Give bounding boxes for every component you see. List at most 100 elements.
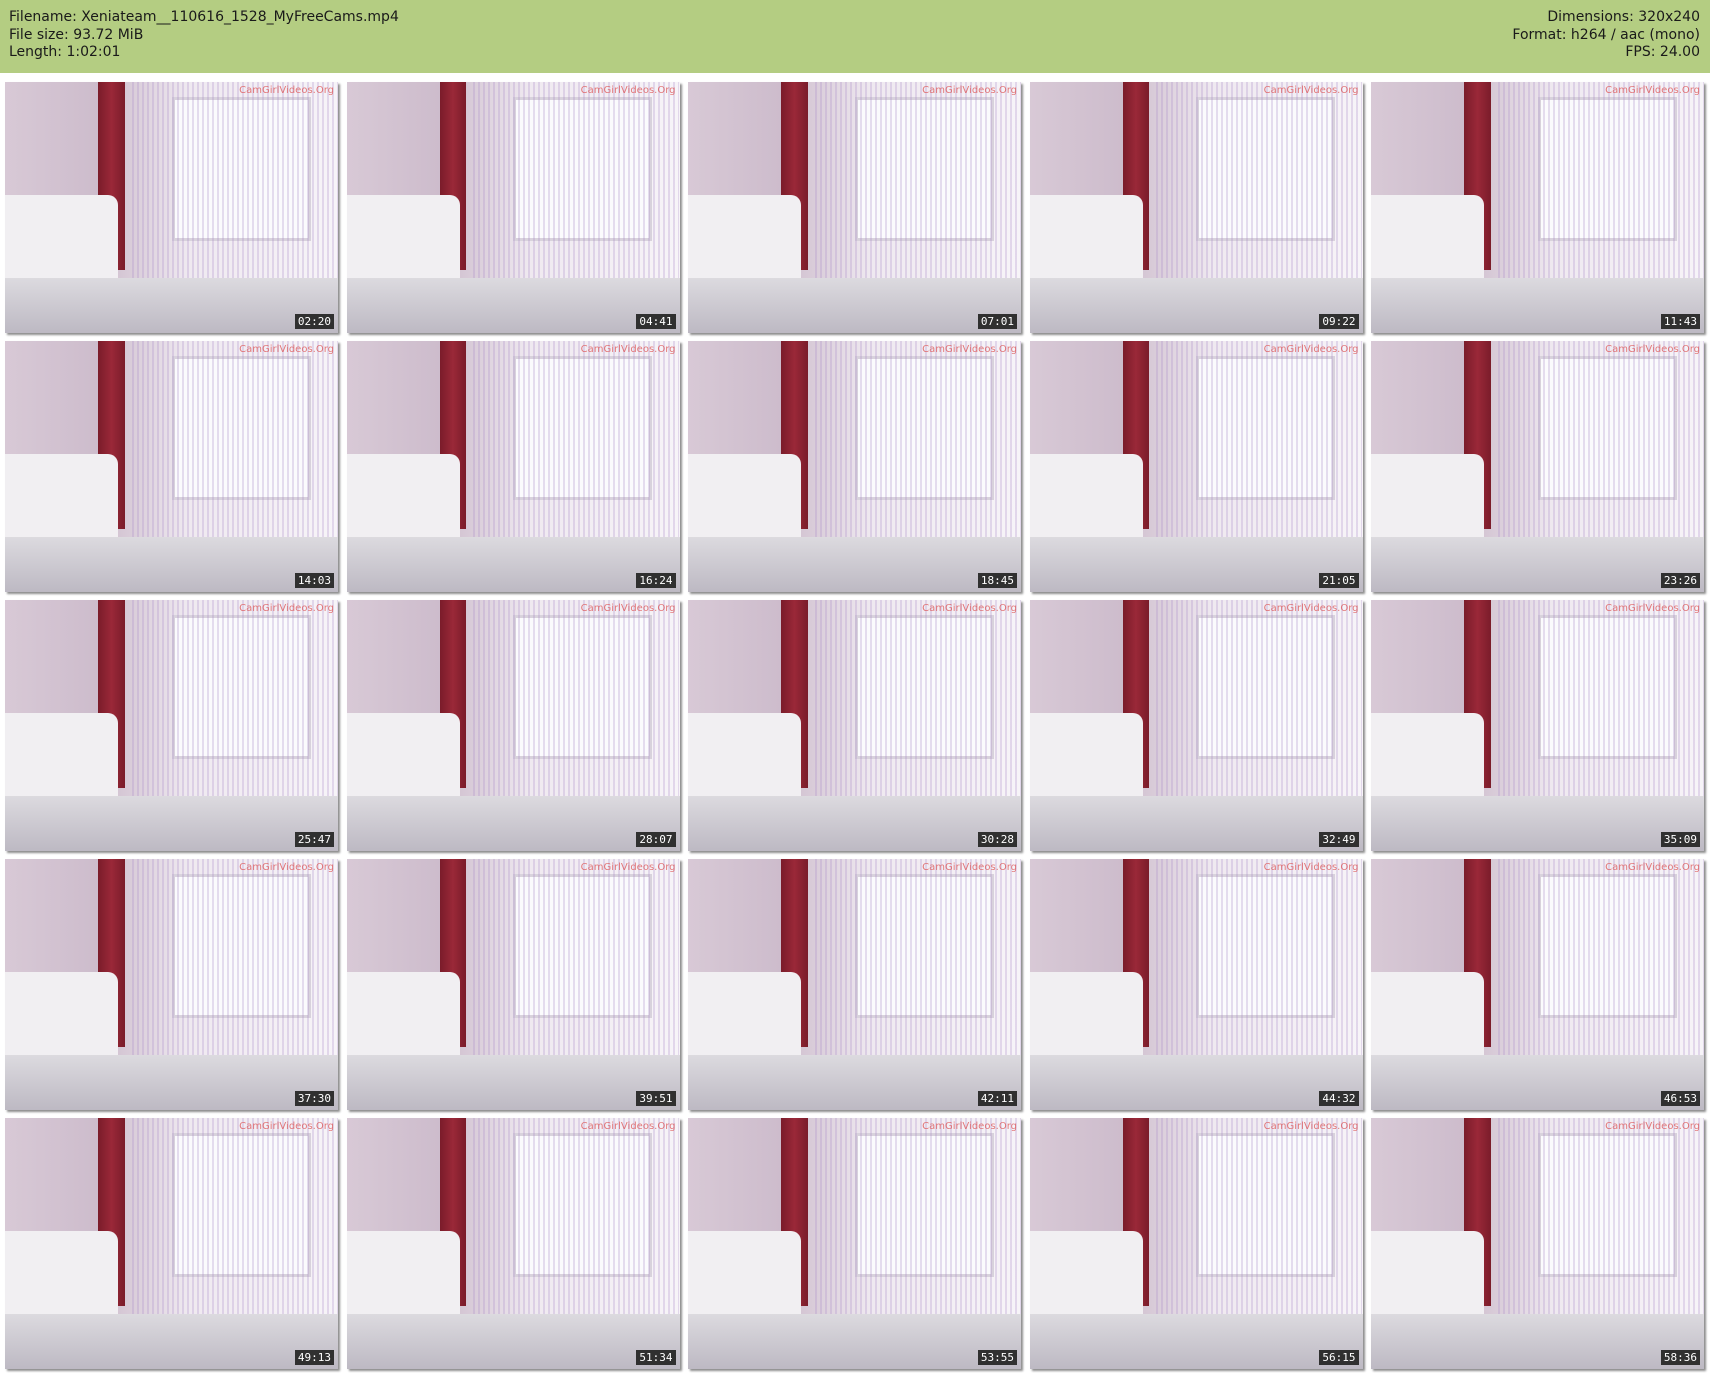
- bed-shape: [688, 1313, 1021, 1369]
- bed-shape: [1029, 277, 1363, 333]
- bed-shape: [346, 277, 680, 333]
- watermark-text: CamGirlVideos.Org: [239, 603, 334, 614]
- bed-shape: [1371, 1313, 1704, 1369]
- timestamp-badge: 39:51: [636, 1091, 676, 1106]
- watermark-text: CamGirlVideos.Org: [1605, 344, 1700, 355]
- video-thumbnail: CamGirlVideos.Org 09:22: [1029, 82, 1363, 333]
- watermark-text: CamGirlVideos.Org: [1263, 1121, 1359, 1132]
- dimensions-text: Dimensions: 320x240: [1547, 9, 1700, 25]
- video-thumbnail: CamGirlVideos.Org 53:55: [688, 1118, 1021, 1369]
- watermark-text: CamGirlVideos.Org: [1605, 862, 1700, 873]
- watermark-text: CamGirlVideos.Org: [922, 344, 1017, 355]
- bed-shape: [1371, 277, 1704, 333]
- bed-shape: [1371, 1054, 1704, 1110]
- file-info: Filename: Xeniateam__110616_1528_MyFreeC…: [9, 9, 399, 62]
- video-thumbnail: CamGirlVideos.Org 42:11: [688, 859, 1021, 1110]
- timestamp-badge: 04:41: [636, 314, 676, 329]
- video-thumbnail: CamGirlVideos.Org 21:05: [1029, 341, 1363, 592]
- watermark-text: CamGirlVideos.Org: [239, 1121, 334, 1132]
- video-thumbnail: CamGirlVideos.Org 56:15: [1029, 1118, 1363, 1369]
- timestamp-badge: 25:47: [294, 832, 334, 847]
- curtain-sheer-shape: [1156, 82, 1363, 296]
- video-thumbnail: CamGirlVideos.Org 02:20: [5, 82, 338, 333]
- watermark-text: CamGirlVideos.Org: [1263, 344, 1359, 355]
- timestamp-badge: 28:07: [636, 832, 676, 847]
- bed-shape: [688, 536, 1021, 592]
- timestamp-badge: 30:28: [977, 832, 1017, 847]
- timestamp-badge: 09:22: [1319, 314, 1359, 329]
- video-thumbnail: CamGirlVideos.Org 44:32: [1029, 859, 1363, 1110]
- watermark-text: CamGirlVideos.Org: [1605, 85, 1700, 96]
- timestamp-badge: 21:05: [1319, 573, 1359, 588]
- video-thumbnail: CamGirlVideos.Org 16:24: [346, 341, 680, 592]
- bed-shape: [5, 1054, 338, 1110]
- timestamp-badge: 35:09: [1660, 832, 1700, 847]
- bed-shape: [688, 1054, 1021, 1110]
- timestamp-badge: 44:32: [1319, 1091, 1359, 1106]
- curtain-sheer-shape: [131, 600, 338, 814]
- curtain-sheer-shape: [814, 859, 1021, 1073]
- curtain-sheer-shape: [1497, 600, 1704, 814]
- watermark-text: CamGirlVideos.Org: [922, 862, 1017, 873]
- video-thumbnail: CamGirlVideos.Org 37:30: [5, 859, 338, 1110]
- timestamp-badge: 56:15: [1319, 1350, 1359, 1365]
- timestamp-badge: 51:34: [636, 1350, 676, 1365]
- timestamp-badge: 11:43: [1660, 314, 1700, 329]
- curtain-sheer-shape: [131, 1118, 338, 1332]
- bed-shape: [1371, 536, 1704, 592]
- watermark-text: CamGirlVideos.Org: [580, 603, 676, 614]
- bed-shape: [5, 277, 338, 333]
- bed-shape: [1029, 1054, 1363, 1110]
- video-thumbnail: CamGirlVideos.Org 11:43: [1371, 82, 1704, 333]
- watermark-text: CamGirlVideos.Org: [239, 344, 334, 355]
- bed-shape: [1029, 795, 1363, 851]
- video-thumbnail: CamGirlVideos.Org 46:53: [1371, 859, 1704, 1110]
- watermark-text: CamGirlVideos.Org: [1263, 862, 1359, 873]
- curtain-sheer-shape: [473, 859, 680, 1073]
- bed-shape: [688, 277, 1021, 333]
- bed-shape: [688, 795, 1021, 851]
- curtain-sheer-shape: [1156, 859, 1363, 1073]
- video-thumbnail: CamGirlVideos.Org 04:41: [346, 82, 680, 333]
- watermark-text: CamGirlVideos.Org: [580, 862, 676, 873]
- curtain-sheer-shape: [131, 859, 338, 1073]
- curtain-sheer-shape: [814, 1118, 1021, 1332]
- info-header: Filename: Xeniateam__110616_1528_MyFreeC…: [0, 0, 1710, 73]
- video-thumbnail: CamGirlVideos.Org 28:07: [346, 600, 680, 851]
- curtain-sheer-shape: [814, 341, 1021, 555]
- bed-shape: [1371, 795, 1704, 851]
- curtain-sheer-shape: [1156, 600, 1363, 814]
- video-thumbnail: CamGirlVideos.Org 14:03: [5, 341, 338, 592]
- timestamp-badge: 23:26: [1660, 573, 1700, 588]
- length-text: Length: 1:02:01: [9, 44, 121, 60]
- curtain-sheer-shape: [1497, 341, 1704, 555]
- curtain-sheer-shape: [814, 600, 1021, 814]
- filename-text: Filename: Xeniateam__110616_1528_MyFreeC…: [9, 9, 399, 25]
- thumbnail-grid: CamGirlVideos.Org 02:20 CamGirlVideos.Org 0…: [5, 82, 1705, 1369]
- bed-shape: [1029, 536, 1363, 592]
- timestamp-badge: 14:03: [294, 573, 334, 588]
- video-thumbnail: CamGirlVideos.Org 51:34: [346, 1118, 680, 1369]
- curtain-sheer-shape: [1156, 1118, 1363, 1332]
- timestamp-badge: 42:11: [977, 1091, 1017, 1106]
- bed-shape: [346, 536, 680, 592]
- curtain-sheer-shape: [473, 82, 680, 296]
- video-thumbnail: CamGirlVideos.Org 07:01: [688, 82, 1021, 333]
- video-thumbnail: CamGirlVideos.Org 35:09: [1371, 600, 1704, 851]
- video-thumbnail: CamGirlVideos.Org 25:47: [5, 600, 338, 851]
- fps-text: FPS: 24.00: [1625, 44, 1700, 60]
- stream-info: Dimensions: 320x240 Format: h264 / aac (…: [1512, 9, 1700, 62]
- timestamp-badge: 16:24: [636, 573, 676, 588]
- video-thumbnail: CamGirlVideos.Org 18:45: [688, 341, 1021, 592]
- bed-shape: [346, 795, 680, 851]
- watermark-text: CamGirlVideos.Org: [580, 1121, 676, 1132]
- watermark-text: CamGirlVideos.Org: [922, 85, 1017, 96]
- filesize-text: File size: 93.72 MiB: [9, 26, 144, 43]
- curtain-sheer-shape: [1497, 859, 1704, 1073]
- curtain-sheer-shape: [473, 600, 680, 814]
- video-thumbnail: CamGirlVideos.Org 23:26: [1371, 341, 1704, 592]
- timestamp-badge: 37:30: [294, 1091, 334, 1106]
- watermark-text: CamGirlVideos.Org: [1263, 85, 1359, 96]
- bed-shape: [5, 1313, 338, 1369]
- watermark-text: CamGirlVideos.Org: [1605, 1121, 1700, 1132]
